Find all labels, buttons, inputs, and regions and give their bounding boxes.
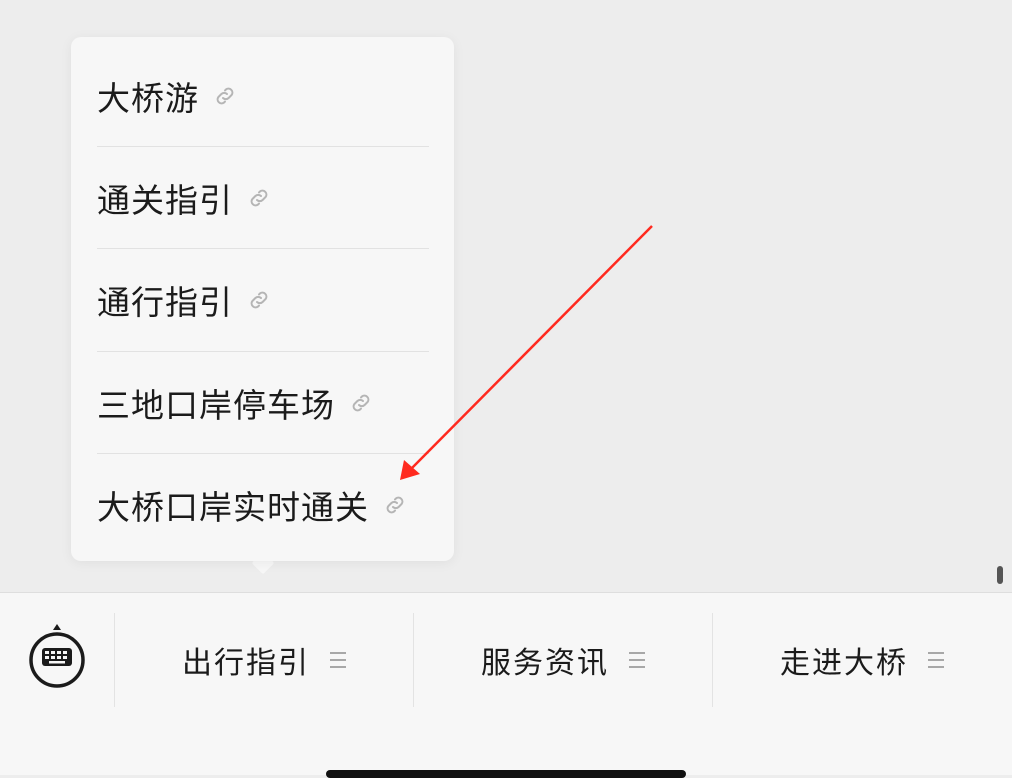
submenu-item-realtime-clearance[interactable]: 大桥口岸实时通关: [97, 454, 429, 556]
keyboard-icon: [29, 624, 85, 688]
link-icon: [213, 84, 237, 108]
menu-tab-service-info[interactable]: 服务资讯: [414, 613, 712, 707]
submenu-item-port-parking[interactable]: 三地口岸停车场: [97, 352, 429, 454]
scrollbar-thumb[interactable]: [997, 566, 1003, 584]
link-icon: [247, 186, 271, 210]
submenu-item-customs-guide[interactable]: 通关指引: [97, 147, 429, 249]
submenu-item-label: 通关指引: [97, 181, 233, 220]
menu-tab-about-bridge[interactable]: 走进大桥: [713, 613, 1011, 707]
home-indicator: [326, 770, 686, 778]
link-icon: [349, 391, 373, 415]
menu-tab-label: 出行指引: [182, 646, 310, 681]
submenu-popup: 大桥游 通关指引 通行指引 三地口岸停车场 大桥口岸实时通关: [71, 37, 454, 561]
submenu-item-traffic-guide[interactable]: 通行指引: [97, 249, 429, 351]
link-icon: [383, 493, 407, 517]
bottom-menu-bar: 出行指引 服务资讯 走进大桥: [0, 592, 1012, 775]
submenu-item-label: 三地口岸停车场: [97, 386, 335, 425]
submenu-item-label: 大桥游: [97, 79, 199, 118]
menu-tab-label: 服务资讯: [481, 646, 609, 681]
hamburger-icon: [330, 652, 346, 668]
hamburger-icon: [629, 652, 645, 668]
keyboard-toggle-button[interactable]: [28, 624, 86, 688]
menu-tab-travel-guide[interactable]: 出行指引: [115, 613, 413, 707]
submenu-item-label: 通行指引: [97, 283, 233, 322]
submenu-item-bridge-tour[interactable]: 大桥游: [97, 45, 429, 147]
menu-tab-label: 走进大桥: [780, 646, 908, 681]
submenu-item-label: 大桥口岸实时通关: [97, 488, 369, 527]
hamburger-icon: [928, 652, 944, 668]
link-icon: [247, 288, 271, 312]
